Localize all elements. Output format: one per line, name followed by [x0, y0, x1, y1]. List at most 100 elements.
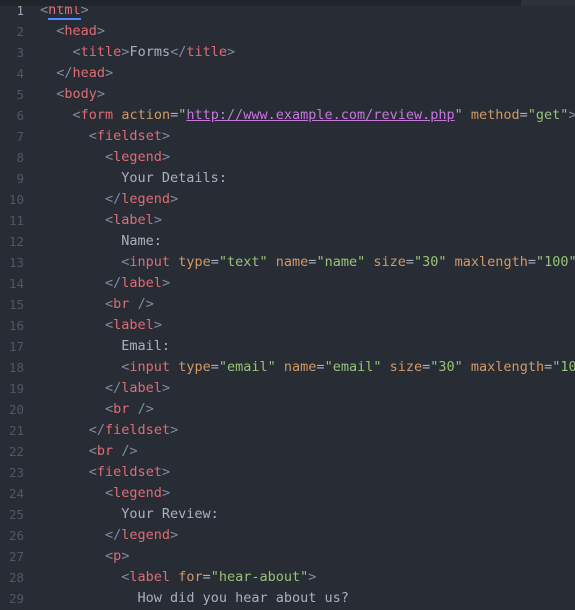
line-number: 29 — [0, 588, 32, 609]
token-attr: method — [470, 107, 520, 123]
token-attr: type — [178, 254, 211, 270]
code-line-content[interactable]: <label> — [32, 210, 162, 231]
code-line-content[interactable]: Name: — [32, 231, 162, 252]
code-line[interactable]: 21 </fieldset> — [0, 420, 575, 441]
code-line-content[interactable]: <br /> — [32, 294, 154, 315]
token-pun: > — [161, 149, 171, 165]
token-pun: > — [96, 86, 106, 102]
code-line[interactable]: 2 <head> — [0, 21, 575, 42]
line-number: 2 — [0, 21, 32, 42]
code-line-content[interactable]: <head> — [32, 21, 105, 42]
code-line-content[interactable]: <br /> — [32, 399, 154, 420]
code-line[interactable]: 19 </label> — [0, 378, 575, 399]
code-line-content[interactable]: <input type="text" name="name" size="30"… — [32, 252, 575, 273]
code-line-content[interactable]: Your Review: — [32, 504, 219, 525]
code-line[interactable]: 10 </legend> — [0, 189, 575, 210]
code-line[interactable]: 9 Your Details: — [0, 168, 575, 189]
code-line[interactable]: 13 <input type="text" name="name" size="… — [0, 252, 575, 273]
token-pun: < — [105, 296, 114, 312]
code-line-content[interactable]: <br /> — [32, 441, 138, 462]
code-line-content[interactable]: <body> — [32, 84, 105, 105]
code-line-content[interactable]: <p> — [32, 546, 129, 567]
token-pun: < — [105, 485, 114, 501]
token-eq: = — [316, 359, 325, 375]
token-tag: fieldset — [96, 464, 162, 480]
token-pun: > — [153, 317, 162, 333]
code-line-content[interactable]: </fieldset> — [32, 420, 178, 441]
token-pun: </ — [88, 422, 106, 438]
code-line[interactable]: 16 <label> — [0, 315, 575, 336]
code-line-content[interactable]: <legend> — [32, 147, 170, 168]
token-tag: legend — [121, 191, 171, 207]
code-line-content[interactable]: How did you hear about us? — [32, 588, 349, 609]
code-line-content[interactable]: </label> — [32, 273, 170, 294]
code-line-content[interactable]: <fieldset> — [32, 462, 170, 483]
code-line-content[interactable]: </legend> — [32, 525, 178, 546]
code-line-content[interactable]: <legend> — [32, 483, 170, 504]
code-line-content[interactable]: <form action="http://www.example.com/rev… — [32, 105, 575, 126]
code-line[interactable]: 15 <br /> — [0, 294, 575, 315]
code-line[interactable]: 26 </legend> — [0, 525, 575, 546]
token-attr: name — [283, 359, 317, 375]
code-line-content[interactable]: </label> — [32, 378, 170, 399]
token-tag: body — [64, 86, 97, 102]
line-number: 6 — [0, 105, 32, 126]
code-line[interactable]: 23 <fieldset> — [0, 462, 575, 483]
code-line-content[interactable]: <label> — [32, 315, 162, 336]
code-line-content[interactable]: <fieldset> — [32, 126, 170, 147]
code-line[interactable]: 22 <br /> — [0, 441, 575, 462]
code-line-content[interactable]: Your Details: — [32, 168, 227, 189]
token-tag: label — [113, 317, 154, 333]
code-line-content[interactable]: </head> — [32, 63, 113, 84]
code-line[interactable]: 27 <p> — [0, 546, 575, 567]
code-line-content[interactable]: <title>Forms</title> — [32, 42, 236, 63]
token-tag: legend — [113, 485, 162, 501]
code-line-content[interactable]: <input type="email" name="email" size="3… — [32, 357, 575, 378]
code-line[interactable]: 28 <label for="hear-about"> — [0, 567, 575, 588]
line-number: 4 — [0, 63, 32, 84]
code-line[interactable]: 7 <fieldset> — [0, 126, 575, 147]
token-attr: action — [121, 107, 171, 123]
token-pun: < — [88, 443, 97, 459]
horizontal-scrollbar-thumb[interactable] — [0, 0, 521, 6]
code-line[interactable]: 4 </head> — [0, 63, 575, 84]
code-line-content[interactable]: <label for="hear-about"> — [32, 567, 316, 588]
code-line[interactable]: 6 <form action="http://www.example.com/r… — [0, 105, 575, 126]
token-tag: title — [80, 44, 122, 60]
code-line[interactable]: 24 <legend> — [0, 483, 575, 504]
token-tag: input — [129, 254, 171, 270]
code-line[interactable]: 5 <body> — [0, 84, 575, 105]
line-number: 14 — [0, 273, 32, 294]
code-line-content[interactable]: Email: — [32, 336, 170, 357]
code-line[interactable]: 3 <title>Forms</title> — [0, 42, 575, 63]
token-pun: > — [161, 380, 171, 396]
code-line[interactable]: 17 Email: — [0, 336, 575, 357]
code-line[interactable]: 8 <legend> — [0, 147, 575, 168]
code-line[interactable]: 14 </label> — [0, 273, 575, 294]
token-str: "30" — [414, 254, 447, 270]
code-line[interactable]: 12 Name: — [0, 231, 575, 252]
line-number: 18 — [0, 357, 32, 378]
horizontal-scrollbar[interactable] — [0, 0, 575, 6]
line-number: 13 — [0, 252, 32, 273]
code-line[interactable]: 29 How did you hear about us? — [0, 588, 575, 609]
code-line[interactable]: 25 Your Review: — [0, 504, 575, 525]
token-tag: fieldset — [105, 422, 171, 438]
token-tag: form — [80, 107, 114, 123]
line-number: 28 — [0, 567, 32, 588]
code-content-area[interactable]: 1 <html> 2 <head> 3 <title>Forms</title> 4 <… — [0, 0, 575, 610]
code-line-content[interactable]: </legend> — [32, 189, 178, 210]
code-line[interactable]: 20 <br /> — [0, 399, 575, 420]
token-pun: < — [72, 44, 81, 60]
code-line[interactable]: 11 <label> — [0, 210, 575, 231]
code-line[interactable]: 18 <input type="email" name="email" size… — [0, 357, 575, 378]
token-eq: = — [544, 359, 553, 375]
